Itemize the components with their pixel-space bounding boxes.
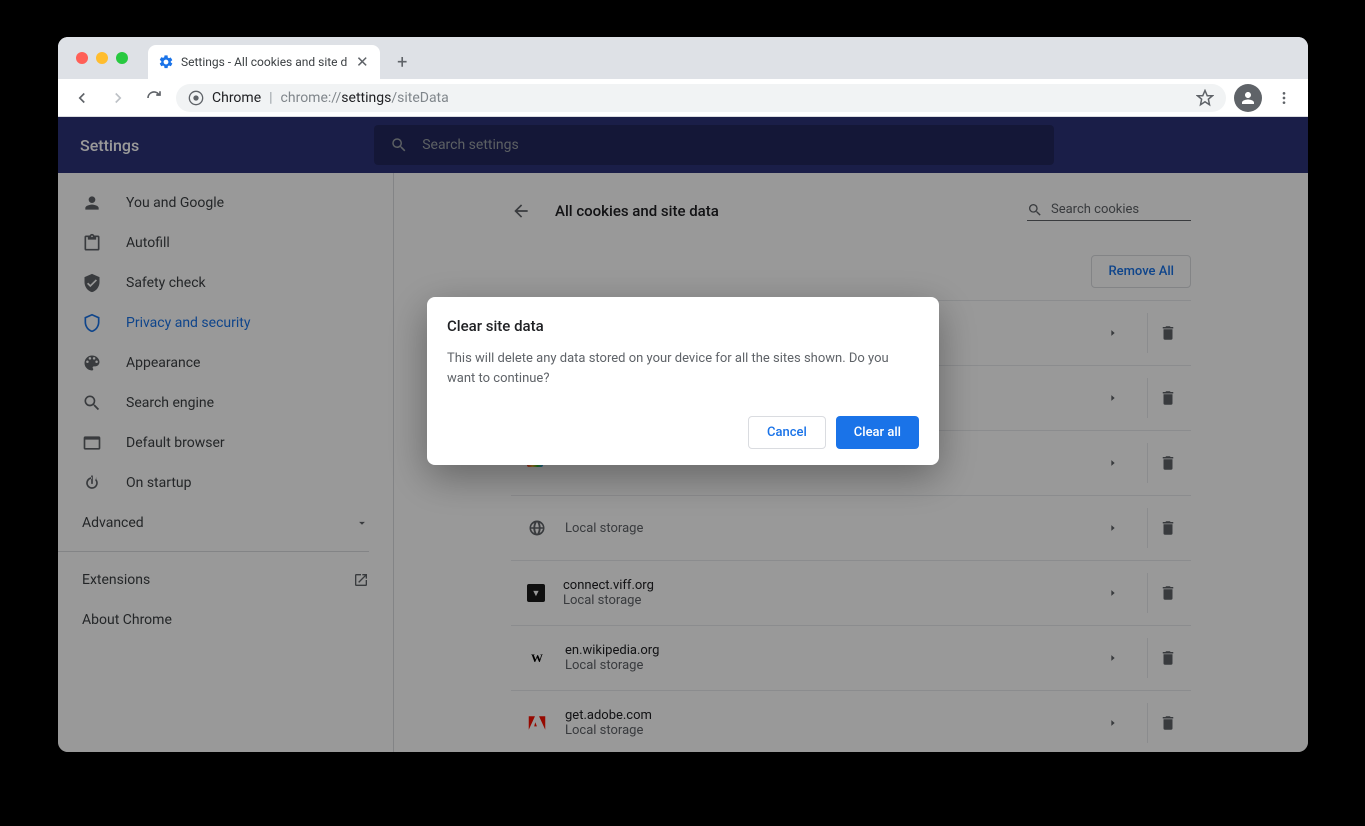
profile-avatar-button[interactable] bbox=[1234, 84, 1262, 112]
close-window-button[interactable] bbox=[76, 52, 88, 64]
kebab-menu-button[interactable] bbox=[1270, 84, 1298, 112]
close-tab-icon[interactable]: ✕ bbox=[354, 54, 370, 70]
tab-title: Settings - All cookies and site d bbox=[181, 55, 347, 69]
url-mid: settings bbox=[341, 90, 391, 106]
browser-tab[interactable]: Settings - All cookies and site d ✕ bbox=[148, 45, 380, 79]
browser-window: Settings - All cookies and site d ✕ + Ch… bbox=[58, 37, 1308, 752]
gear-icon bbox=[158, 54, 174, 70]
url-scheme: Chrome bbox=[212, 90, 261, 106]
dialog-body: This will delete any data stored on your… bbox=[447, 349, 919, 388]
chrome-icon bbox=[188, 90, 204, 106]
clear-site-data-dialog: Clear site data This will delete any dat… bbox=[427, 297, 939, 465]
back-button[interactable] bbox=[68, 84, 96, 112]
reload-button[interactable] bbox=[140, 84, 168, 112]
browser-toolbar: Chrome | chrome://settings/siteData bbox=[58, 79, 1308, 117]
modal-overlay: Clear site data This will delete any dat… bbox=[58, 117, 1308, 752]
forward-button[interactable] bbox=[104, 84, 132, 112]
maximize-window-button[interactable] bbox=[116, 52, 128, 64]
url-dim-prefix: chrome:// bbox=[281, 90, 342, 106]
address-bar[interactable]: Chrome | chrome://settings/siteData bbox=[176, 84, 1226, 112]
new-tab-button[interactable]: + bbox=[388, 48, 416, 76]
bookmark-star-icon[interactable] bbox=[1196, 89, 1214, 107]
clear-all-button[interactable]: Clear all bbox=[836, 416, 919, 449]
cancel-button[interactable]: Cancel bbox=[748, 416, 826, 449]
window-controls bbox=[76, 52, 128, 64]
dialog-title: Clear site data bbox=[447, 317, 919, 335]
url-separator: | bbox=[269, 90, 272, 106]
url-tail: /siteData bbox=[391, 90, 448, 106]
minimize-window-button[interactable] bbox=[96, 52, 108, 64]
tab-strip: Settings - All cookies and site d ✕ + bbox=[58, 37, 1308, 79]
